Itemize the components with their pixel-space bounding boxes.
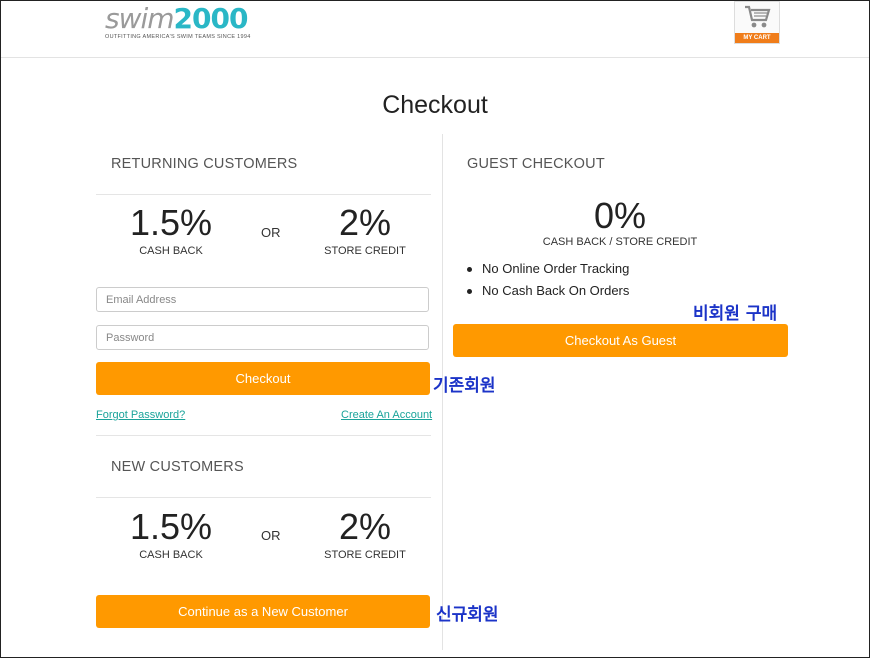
page-title: Checkout — [382, 91, 488, 119]
returning-divider — [96, 194, 431, 195]
guest-checkout-title: GUEST CHECKOUT — [467, 156, 605, 172]
new-cashback-label: CASH BACK — [139, 549, 203, 561]
create-account-link[interactable]: Create An Account — [341, 409, 432, 421]
site-header: swim2000 OUTFITTING AMERICA'S SWIM TEAMS… — [1, 1, 869, 58]
new-or-label: OR — [261, 528, 281, 543]
new-cashback-value: 1.5% — [129, 506, 213, 547]
password-field[interactable] — [96, 325, 429, 350]
swim2000-logo[interactable]: swim2000 OUTFITTING AMERICA'S SWIM TEAMS… — [105, 2, 251, 41]
cart-label: MY CART — [735, 33, 779, 43]
new-credit-value: 2% — [338, 506, 392, 547]
returning-cashback-value: 1.5% — [129, 202, 213, 243]
guest-value: 0% — [593, 195, 647, 236]
guest-value-label: CASH BACK / STORE CREDIT — [542, 236, 698, 248]
section-divider — [96, 435, 431, 436]
returning-credit-label: STORE CREDIT — [324, 245, 406, 257]
forgot-password-link[interactable]: Forgot Password? — [96, 409, 185, 421]
returning-customers-title: RETURNING CUSTOMERS — [111, 156, 298, 172]
logo-word-swim: swim — [105, 2, 175, 35]
my-cart-button[interactable]: MY CART — [734, 1, 780, 44]
bullet-icon — [467, 267, 472, 272]
annotation-existing-member: 기존회원 — [433, 376, 496, 396]
logo-word-2000: 2000 — [173, 2, 249, 35]
returning-credit-value: 2% — [338, 202, 392, 243]
annotation-guest: 비회원 구매 — [693, 304, 778, 324]
checkout-as-guest-button[interactable]: Checkout As Guest — [453, 324, 788, 357]
new-customers-divider — [96, 497, 431, 498]
logo-tagline: OUTFITTING AMERICA'S SWIM TEAMS SINCE 19… — [105, 34, 251, 40]
email-field[interactable] — [96, 287, 429, 312]
returning-cashback-label: CASH BACK — [139, 245, 203, 257]
continue-new-customer-button[interactable]: Continue as a New Customer — [96, 595, 430, 628]
returning-or-label: OR — [261, 225, 281, 240]
guest-bullet-list: No Online Order Tracking No Cash Back On… — [467, 260, 629, 304]
bullet-icon — [467, 289, 472, 294]
shopping-cart-icon — [745, 5, 771, 28]
checkout-button[interactable]: Checkout — [96, 362, 430, 395]
new-customers-title: NEW CUSTOMERS — [111, 459, 244, 475]
new-credit-label: STORE CREDIT — [324, 549, 406, 561]
list-item: No Online Order Tracking — [467, 260, 629, 282]
annotation-new-member: 신규회원 — [436, 605, 499, 625]
list-item: No Cash Back On Orders — [467, 282, 629, 304]
